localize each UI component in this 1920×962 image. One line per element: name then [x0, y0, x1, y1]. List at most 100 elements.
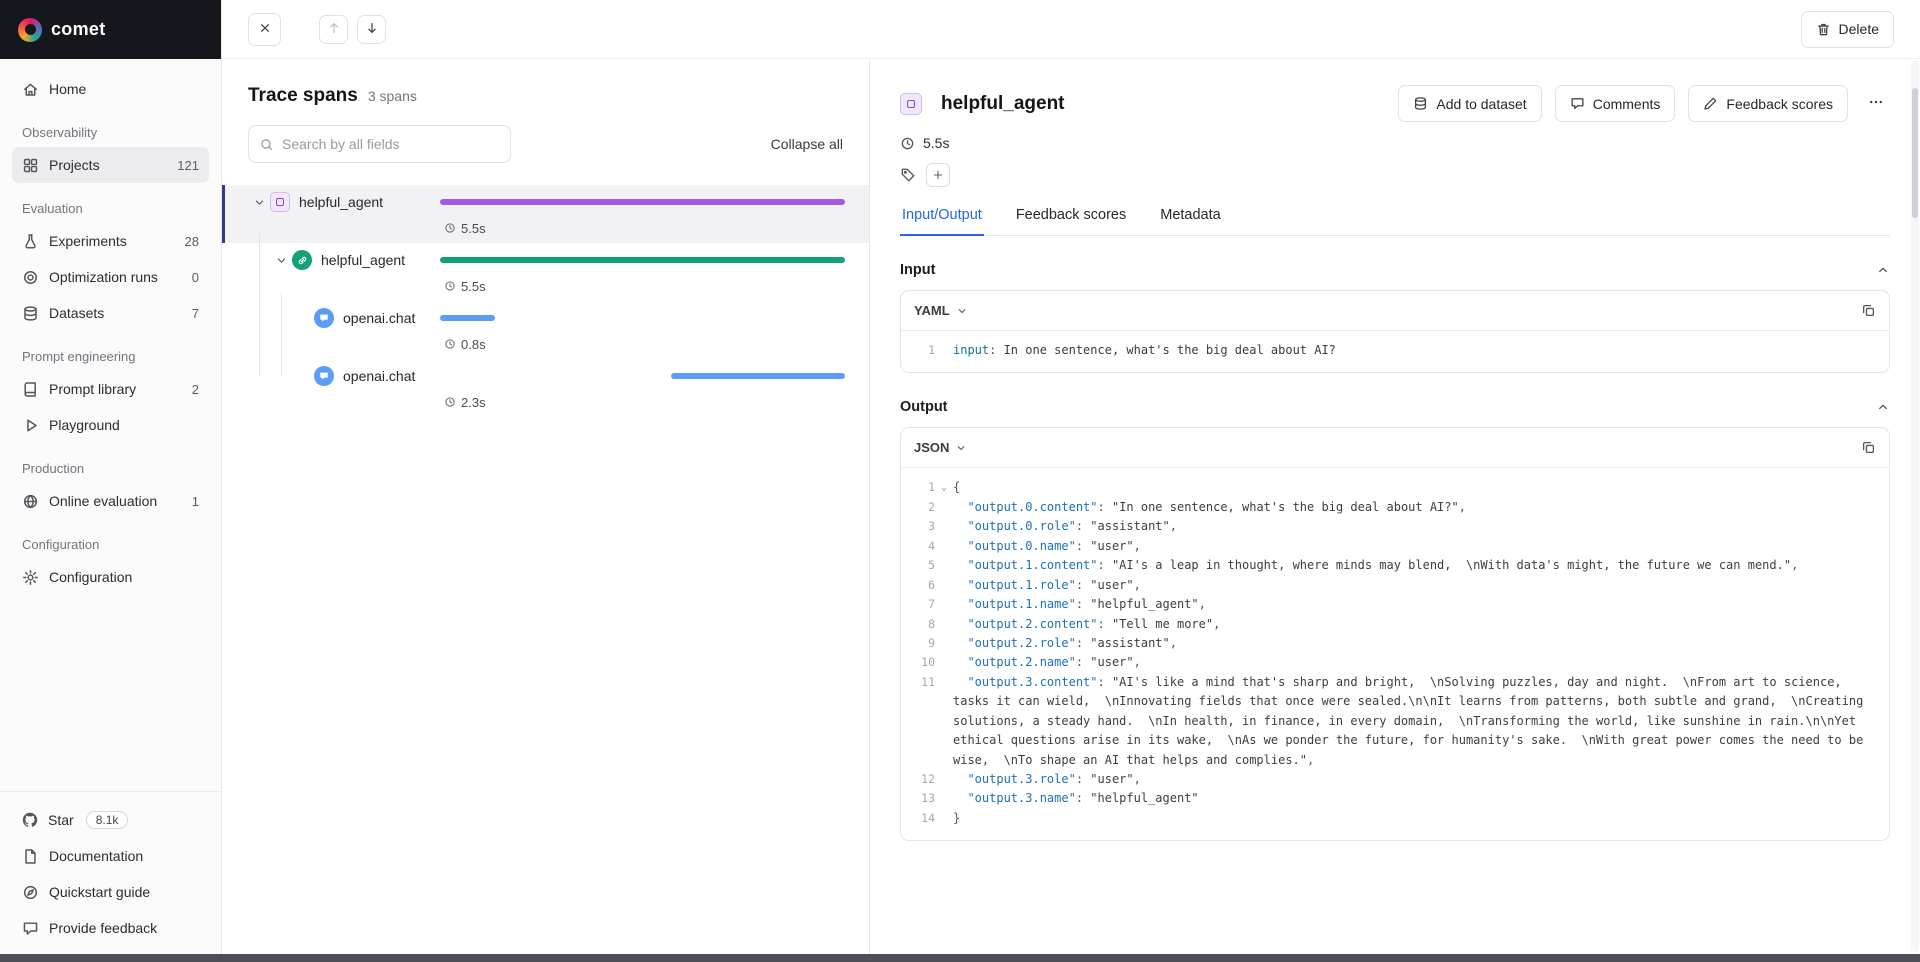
comments-button[interactable]: Comments [1555, 85, 1676, 122]
close-icon [258, 21, 272, 38]
delete-button[interactable]: Delete [1801, 11, 1894, 48]
footer-item-label: Provide feedback [49, 920, 157, 936]
doc-icon [22, 848, 39, 865]
search-input[interactable] [282, 136, 500, 152]
span-row-openai-chat[interactable]: openai.chat0.8s [222, 301, 869, 359]
sidebar-item-projects[interactable]: Projects121 [12, 147, 209, 183]
code-line: 2 "output.0.content": "In one sentence, … [911, 498, 1875, 517]
output-format-select[interactable]: JSON [914, 440, 967, 455]
input-section-header: Input [900, 262, 1890, 278]
code-line: 3 "output.0.role": "assistant", [911, 517, 1875, 536]
agent-span-icon [270, 192, 290, 212]
more-icon [1868, 94, 1884, 113]
line-number: 5 [911, 556, 935, 575]
sidebar-item-label: Optimization runs [49, 269, 158, 285]
pen-icon [1703, 96, 1718, 111]
line-number: 10 [911, 653, 935, 672]
span-row-helpful-agent[interactable]: helpful_agent5.5s [222, 185, 869, 243]
add-tag-button[interactable] [926, 163, 950, 187]
tab-metadata[interactable]: Metadata [1158, 207, 1222, 235]
nav-section-configuration: Configuration [22, 537, 199, 552]
nav-section-prompt-engineering: Prompt engineering [22, 349, 199, 364]
fold-spacer [935, 556, 953, 575]
sidebar-item-online-evaluation[interactable]: Online evaluation1 [12, 483, 209, 519]
book-icon [22, 381, 39, 398]
collapse-input-button[interactable] [1876, 263, 1890, 277]
previous-trace-button[interactable] [319, 15, 348, 44]
sidebar-footer-star[interactable]: Star8.1k [12, 802, 209, 838]
app-root: comet HomeObservabilityProjects121Evalua… [0, 0, 1920, 962]
scrollbar-thumb[interactable] [1912, 88, 1918, 218]
sidebar-item-playground[interactable]: Playground [12, 407, 209, 443]
sidebar-item-count: 0 [192, 270, 199, 285]
trace-duration-value: 5.5s [923, 135, 949, 151]
fold-toggle-icon[interactable]: ⌄ [935, 478, 953, 497]
sidebar-item-datasets[interactable]: Datasets7 [12, 295, 209, 331]
collapse-output-button[interactable] [1876, 400, 1890, 414]
arrow-down-icon [365, 21, 379, 38]
trash-icon [1816, 22, 1831, 37]
span-name: openai.chat [343, 368, 415, 384]
sidebar-item-configuration[interactable]: Configuration [12, 559, 209, 595]
close-trace-button[interactable] [248, 13, 281, 46]
content: Trace spans 3 spans Collapse all helpful… [222, 59, 1920, 962]
tab-input-output[interactable]: Input/Output [900, 207, 984, 235]
sidebar-item-count: 7 [192, 306, 199, 321]
feedback-scores-button[interactable]: Feedback scores [1688, 85, 1848, 122]
add-to-dataset-button[interactable]: Add to dataset [1398, 85, 1541, 122]
code-line: 11 "output.3.content": "AI's like a mind… [911, 673, 1875, 770]
code-line: 13 "output.3.name": "helpful_agent" [911, 789, 1875, 808]
sidebar-footer-documentation[interactable]: Documentation [12, 838, 209, 874]
next-trace-button[interactable] [357, 15, 386, 44]
tree-guide-line [281, 293, 282, 376]
trace-spans-count: 3 spans [368, 88, 417, 104]
nav-section-observability: Observability [22, 125, 199, 140]
chevron-down-icon [956, 305, 968, 317]
collapse-span-button[interactable] [270, 249, 292, 271]
footer-item-label: Quickstart guide [49, 884, 150, 900]
target-icon [22, 269, 39, 286]
code-line: 9 "output.2.role": "assistant", [911, 634, 1875, 653]
trace-detail-panel: helpful_agent Add to dataset Comments Fe… [870, 59, 1920, 962]
sidebar-footer-quickstart-guide[interactable]: Quickstart guide [12, 874, 209, 910]
more-actions-button[interactable] [1861, 89, 1890, 118]
sidebar-item-count: 121 [177, 158, 199, 173]
trace-duration: 5.5s [900, 135, 1890, 151]
output-section-header: Output [900, 399, 1890, 415]
collapse-all-button[interactable]: Collapse all [771, 136, 843, 152]
output-code-card: JSON 1⌄{2 "output.0.content": "In one se… [900, 427, 1890, 841]
code-line: 4 "output.0.name": "user", [911, 537, 1875, 556]
span-duration: 5.5s [444, 274, 845, 298]
sidebar-item-label: Experiments [49, 233, 127, 249]
code-line: 5 "output.1.content": "AI's a leap in th… [911, 556, 1875, 575]
input-format-select[interactable]: YAML [914, 303, 968, 318]
arrow-up-icon [327, 21, 341, 38]
span-name: openai.chat [343, 310, 415, 326]
sidebar-item-experiments[interactable]: Experiments28 [12, 223, 209, 259]
tab-feedback-scores[interactable]: Feedback scores [1014, 207, 1128, 235]
copy-output-button[interactable] [1861, 440, 1876, 455]
sidebar-item-optimization-runs[interactable]: Optimization runs 0 [12, 259, 209, 295]
span-timeline [440, 246, 845, 274]
chevron-up-icon [1876, 400, 1890, 414]
flask-icon [22, 233, 39, 250]
comet-logo[interactable]: comet [0, 0, 221, 59]
sidebar-item-prompt-library[interactable]: Prompt library2 [12, 371, 209, 407]
home-icon [22, 81, 39, 98]
span-row-helpful-agent[interactable]: helpful_agent5.5s [222, 243, 869, 301]
input-code-card: YAML 1input: In one sentence, what's the… [900, 290, 1890, 373]
output-section-title: Output [900, 399, 948, 415]
sidebar-footer-provide-feedback[interactable]: Provide feedback [12, 910, 209, 946]
fold-spacer [935, 673, 953, 770]
topbar: Delete [222, 0, 1920, 59]
trace-actions: Add to dataset Comments Feedback scores [1398, 85, 1890, 122]
copy-input-button[interactable] [1861, 303, 1876, 318]
span-name: helpful_agent [299, 194, 383, 210]
collapse-span-button[interactable] [248, 191, 270, 213]
span-timeline [440, 304, 845, 332]
copy-icon [1861, 303, 1876, 318]
chevron-up-icon [1876, 263, 1890, 277]
input-code: 1input: In one sentence, what's the big … [901, 331, 1889, 372]
span-row-openai-chat[interactable]: openai.chat2.3s [222, 359, 869, 417]
sidebar-item-home[interactable]: Home [12, 71, 209, 107]
